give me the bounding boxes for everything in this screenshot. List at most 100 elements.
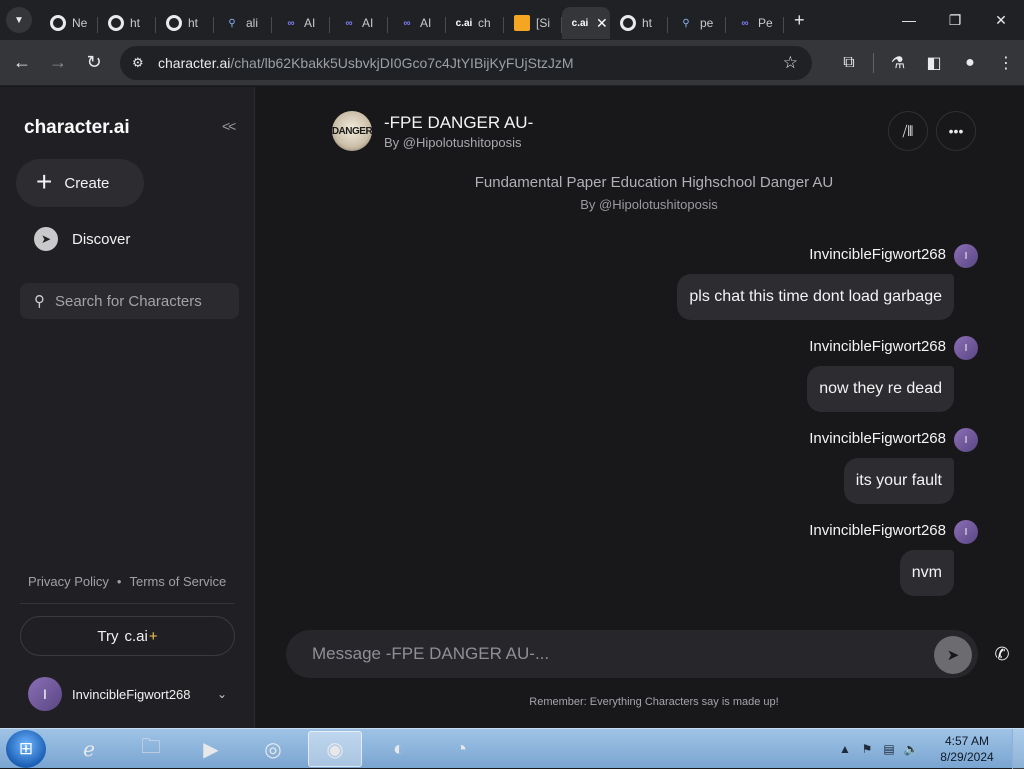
message-input[interactable] xyxy=(312,644,912,664)
close-tab-icon[interactable]: ✕ xyxy=(596,15,608,32)
more-options-button[interactable]: ••• xyxy=(936,111,976,151)
windows-logo-icon: ⊞ xyxy=(18,739,34,758)
tab-title: pe xyxy=(700,16,714,30)
browser-tab[interactable]: ∞ AI xyxy=(272,7,330,39)
url-text[interactable]: character.ai/chat/lb62Kbakk5UsbvkjDI0Gco… xyxy=(158,55,574,71)
send-button[interactable]: ➤ xyxy=(934,636,972,674)
search-icon: ⚲ xyxy=(34,293,45,310)
url-path: /chat/lb62Kbakk5UsbvkjDI0Gco7c4JtYIBijKy… xyxy=(230,55,574,71)
start-button[interactable]: ⊞ xyxy=(6,730,46,768)
voice-toggle-button[interactable]: ⧸⦀ xyxy=(888,111,928,151)
minimize-icon[interactable]: — xyxy=(886,0,932,40)
browser-tab[interactable]: ∞ Pe xyxy=(726,7,784,39)
browser-tab-strip: ▼ Ne ht ht ⚲ ali ∞ AI ∞ AI ∞ AI c.ai ch [Si c… xyxy=(0,0,1024,40)
terms-link[interactable]: Terms of Service xyxy=(129,574,226,589)
volume-icon[interactable]: 🔈 xyxy=(900,742,922,756)
tab-title: ht xyxy=(130,16,141,30)
browser-tab[interactable]: ht xyxy=(610,7,668,39)
close-window-icon[interactable]: ✕ xyxy=(978,0,1024,40)
message-author: InvincibleFigwort268 xyxy=(809,522,946,539)
brand-logo[interactable]: character.ai xyxy=(24,117,130,139)
user-profile-menu[interactable]: I InvincibleFigwort268 ⌄ xyxy=(28,676,233,712)
tab-title: ht xyxy=(188,16,199,30)
cai-icon: c.ai xyxy=(455,17,473,29)
edge-icon[interactable]: ◔ xyxy=(434,731,488,767)
cai-icon: c.ai xyxy=(571,17,589,29)
create-button[interactable]: + Create xyxy=(16,159,144,207)
sidebar: character.ai << + Create ➤ Discover ⚲ Pr… xyxy=(0,87,255,728)
side-panel-icon[interactable]: ◧ xyxy=(916,45,952,81)
message-bubble[interactable]: its your fault xyxy=(843,458,954,504)
browser-tab-active[interactable]: c.ai ✕ xyxy=(562,7,610,39)
message-bubble[interactable]: nvm xyxy=(899,550,954,596)
site-info-icon[interactable]: ⚙ xyxy=(132,55,156,71)
browser-tab[interactable]: ⚲ pe xyxy=(668,7,726,39)
compass-icon: ➤ xyxy=(34,227,58,251)
browser-tab[interactable]: ⚲ ali xyxy=(214,7,272,39)
tab-title: ht xyxy=(642,16,653,30)
call-button[interactable]: ✆ xyxy=(984,635,1020,673)
browser-tab[interactable]: Ne xyxy=(40,7,98,39)
browser-tab[interactable]: ht xyxy=(156,7,214,39)
browser-tab[interactable]: c.ai ch xyxy=(446,7,504,39)
browser-tab[interactable]: ∞ AI xyxy=(388,7,446,39)
browser-tab[interactable]: [Si xyxy=(504,7,562,39)
network-icon[interactable]: ▤ xyxy=(878,742,900,756)
try-cai-plus-button[interactable]: Try c.ai + xyxy=(20,616,235,656)
tab-title: ch xyxy=(478,16,491,30)
clock[interactable]: 4:57 AM 8/29/2024 xyxy=(922,733,1012,765)
browser-menu-icon[interactable]: ⋮ xyxy=(988,45,1024,81)
url-field[interactable]: ⚙ character.ai/chat/lb62Kbakk5UsbvkjDI0G… xyxy=(120,46,812,80)
internet-explorer-icon[interactable]: ℯ xyxy=(62,731,116,767)
browser-tab[interactable]: ht xyxy=(98,7,156,39)
meta-icon: ∞ xyxy=(403,17,410,29)
browser-tab[interactable]: ∞ AI xyxy=(330,7,388,39)
try-label: Try xyxy=(97,627,119,645)
discover-link[interactable]: ➤ Discover xyxy=(34,227,130,251)
legal-links: Privacy Policy • Terms of Service xyxy=(28,574,226,589)
message-author: InvincibleFigwort268 xyxy=(809,338,946,355)
tab-search-button[interactable]: ▼ xyxy=(6,7,32,33)
new-tab-icon[interactable]: + xyxy=(794,10,805,31)
show-desktop-button[interactable] xyxy=(1012,729,1024,769)
file-explorer-icon[interactable]: 🗀 xyxy=(124,731,178,767)
restore-icon[interactable]: ❐ xyxy=(932,0,978,40)
message-bubble[interactable]: now they re dead xyxy=(807,366,954,412)
search-input[interactable] xyxy=(55,292,225,310)
forward-icon[interactable]: → xyxy=(40,45,76,81)
message-composer: ➤ xyxy=(286,630,978,678)
chevron-down-icon[interactable]: ⌄ xyxy=(217,687,227,701)
cai-brand: c.ai xyxy=(124,627,148,645)
message-avatar: I xyxy=(954,336,978,360)
google-icon xyxy=(108,15,124,31)
profile-icon[interactable]: ● xyxy=(952,45,988,81)
toolbar-divider xyxy=(873,53,874,73)
google-icon xyxy=(50,15,66,31)
collapse-sidebar-icon[interactable]: << xyxy=(222,118,236,134)
media-player-icon[interactable]: ▶ xyxy=(184,731,238,767)
more-icon: ••• xyxy=(948,123,964,139)
reload-icon[interactable]: ↻ xyxy=(76,45,112,81)
tray-expand-icon[interactable]: ▲ xyxy=(834,742,856,756)
privacy-policy-link[interactable]: Privacy Policy xyxy=(28,574,109,589)
extensions-icon[interactable]: ⧉ xyxy=(831,45,867,81)
meta-icon: ∞ xyxy=(287,17,294,29)
meta-icon: ∞ xyxy=(345,17,352,29)
discover-label: Discover xyxy=(72,230,131,248)
bookmark-star-icon[interactable]: ☆ xyxy=(783,53,798,73)
tab-title: Pe xyxy=(758,16,773,30)
app-swirl-icon[interactable]: ◐ xyxy=(372,731,426,767)
chat-panel: DANGER -FPE DANGER AU- By @Hipolotushito… xyxy=(256,87,1024,728)
message-author: InvincibleFigwort268 xyxy=(809,430,946,447)
back-icon[interactable]: ← xyxy=(4,45,40,81)
tab-title: ali xyxy=(246,16,259,30)
chrome-icon[interactable]: ◎ xyxy=(246,731,300,767)
character-name[interactable]: -FPE DANGER AU- xyxy=(384,113,533,133)
character-avatar[interactable]: DANGER xyxy=(332,111,373,151)
tab-title: [Si xyxy=(536,16,551,30)
character-creator[interactable]: By @Hipolotushitoposis xyxy=(384,135,521,150)
labs-flask-icon[interactable]: ⚗ xyxy=(880,45,916,81)
chrome-app-active-icon[interactable]: ◉ xyxy=(308,731,362,767)
message-bubble[interactable]: pls chat this time dont load garbage xyxy=(677,274,954,320)
action-center-flag-icon[interactable]: ⚑ xyxy=(856,742,878,756)
